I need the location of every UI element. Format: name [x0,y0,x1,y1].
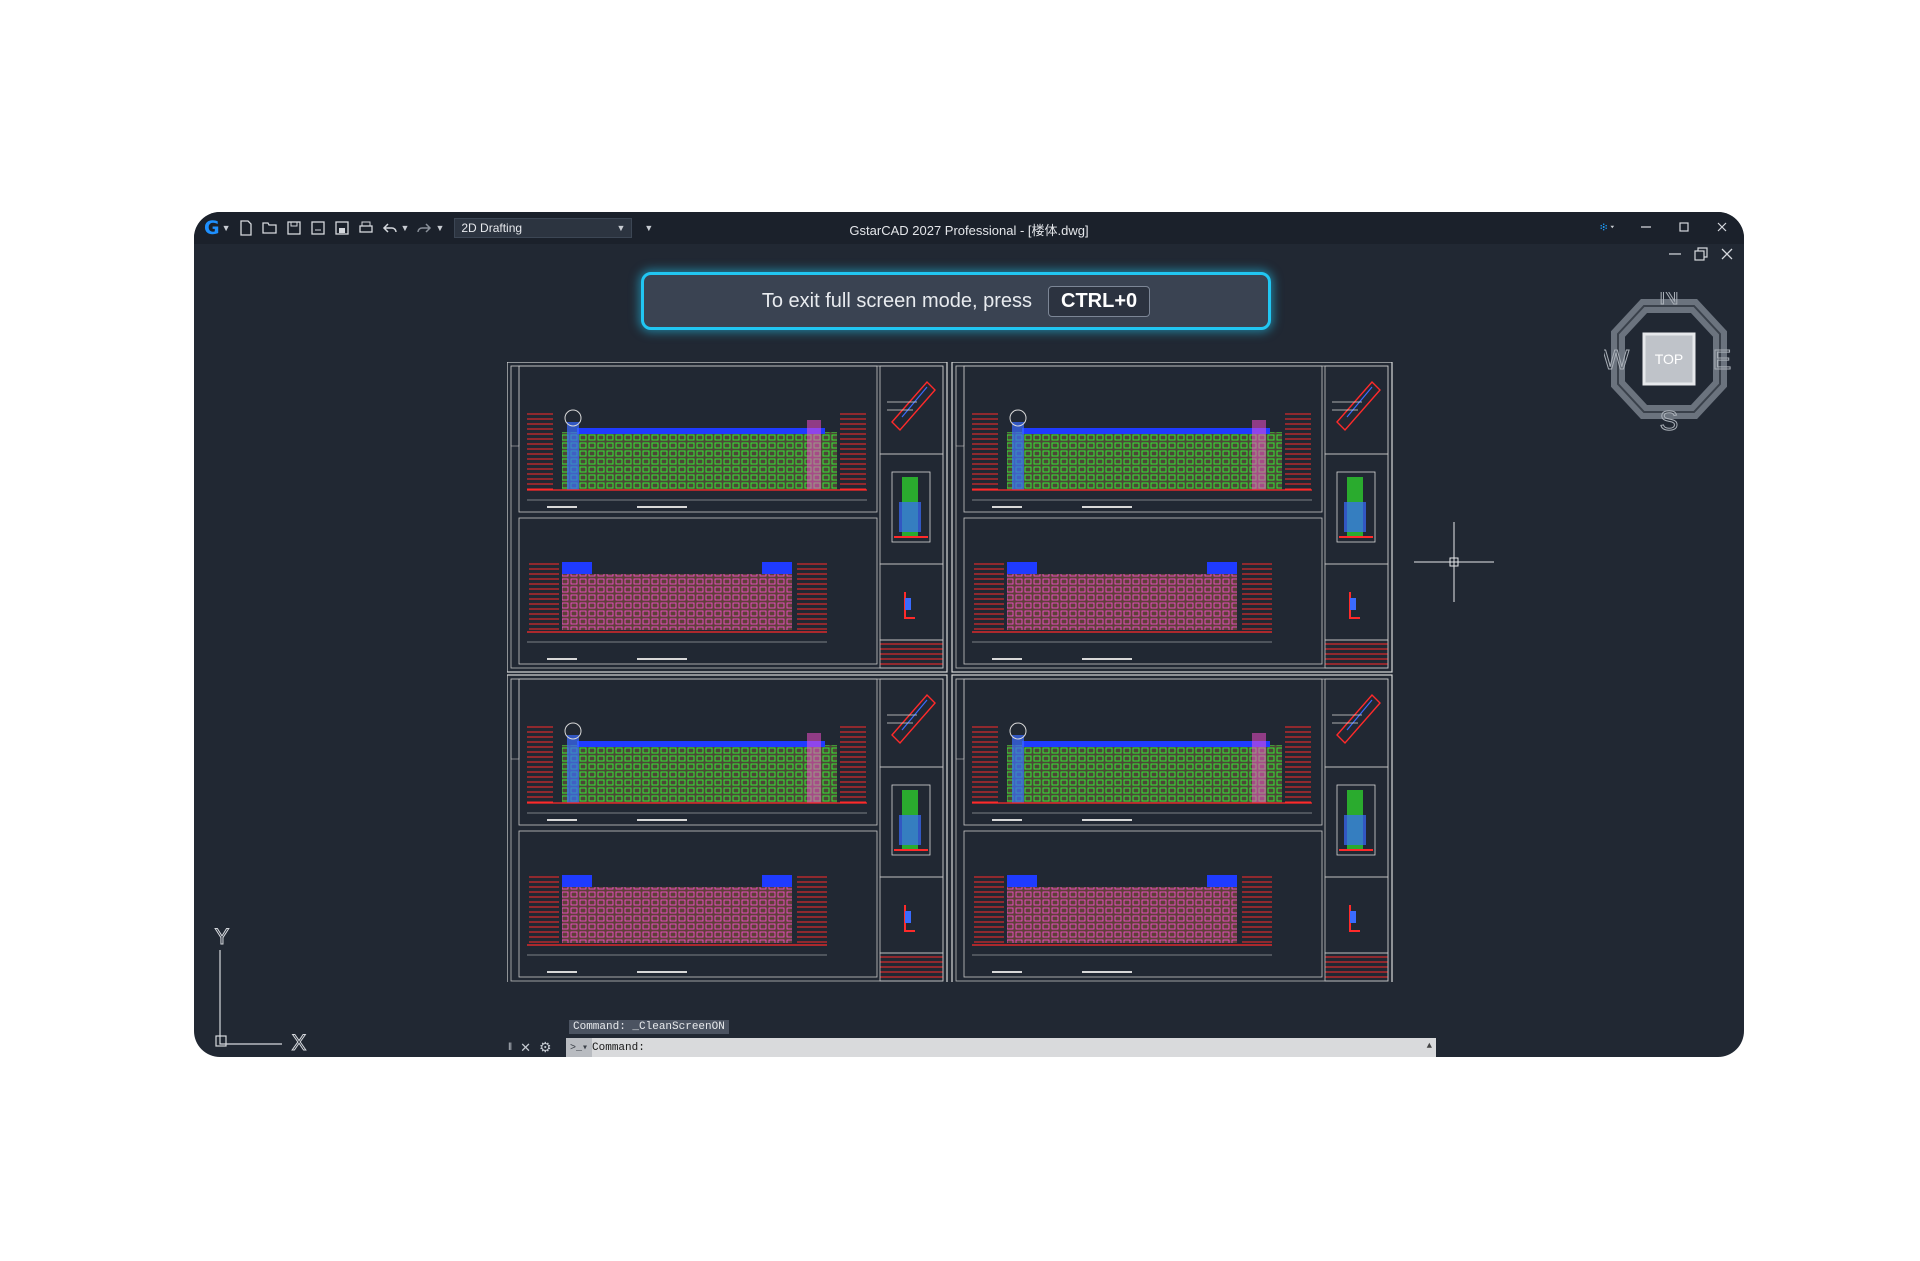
compass-south[interactable]: S [1659,405,1679,433]
ucs-x-label: X [292,1030,307,1052]
prompt-icon: >_▾ [566,1038,593,1057]
ucs-icon: Y X [214,924,307,1053]
shortcut-key: CTRL+0 [1048,285,1151,317]
fullscreen-banner: To exit full screen mode, press CTRL+0 [641,272,1271,330]
close-command-icon[interactable]: ✕ [520,1040,531,1056]
grip-handle-icon[interactable]: ‖ [508,1042,512,1053]
doc-minimize-icon[interactable] [1668,247,1682,266]
doc-restore-icon[interactable] [1694,247,1708,266]
drawing-area[interactable] [507,362,1397,982]
command-input[interactable]: >_▾ Command: ▲ [566,1038,1436,1057]
crosshair-cursor [1414,522,1494,602]
viewcube[interactable]: TOP N S E W [1604,292,1734,432]
app-window: G ▼ ▼ ▼ 2D Drafting ▼ ▼ GstarCAD 2027 Pr… [194,212,1744,1057]
command-prompt: Command: [592,1041,645,1054]
history-up-icon[interactable]: ▲ [1427,1041,1432,1051]
window-title: GstarCAD 2027 Professional - [楼体.dwg] [849,223,1089,238]
document-window-controls [1668,247,1734,266]
command-history: Command: _CleanScreenON [569,1020,729,1034]
title-bar: G ▼ ▼ ▼ 2D Drafting ▼ ▼ GstarCAD 2027 Pr… [194,212,1744,244]
window-controls [1600,219,1730,235]
maximize-icon[interactable] [1676,219,1692,235]
compass-east[interactable]: E [1712,344,1732,376]
compass-north[interactable]: N [1658,292,1679,311]
doc-close-icon[interactable] [1720,247,1734,266]
sparkle-menu-icon[interactable] [1600,219,1616,235]
ucs-y-label: Y [215,924,230,949]
settings-icon[interactable]: ⚙ [539,1039,552,1056]
compass-west[interactable]: W [1604,344,1630,376]
command-line-tools: ‖ ✕ ⚙ [504,1038,570,1057]
minimize-icon[interactable] [1638,219,1654,235]
viewcube-face[interactable]: TOP [1655,351,1684,367]
command-line: ‖ ✕ ⚙ >_▾ Command: ▲ [504,1038,1436,1057]
banner-message: To exit full screen mode, press [761,289,1032,312]
close-icon[interactable] [1714,219,1730,235]
